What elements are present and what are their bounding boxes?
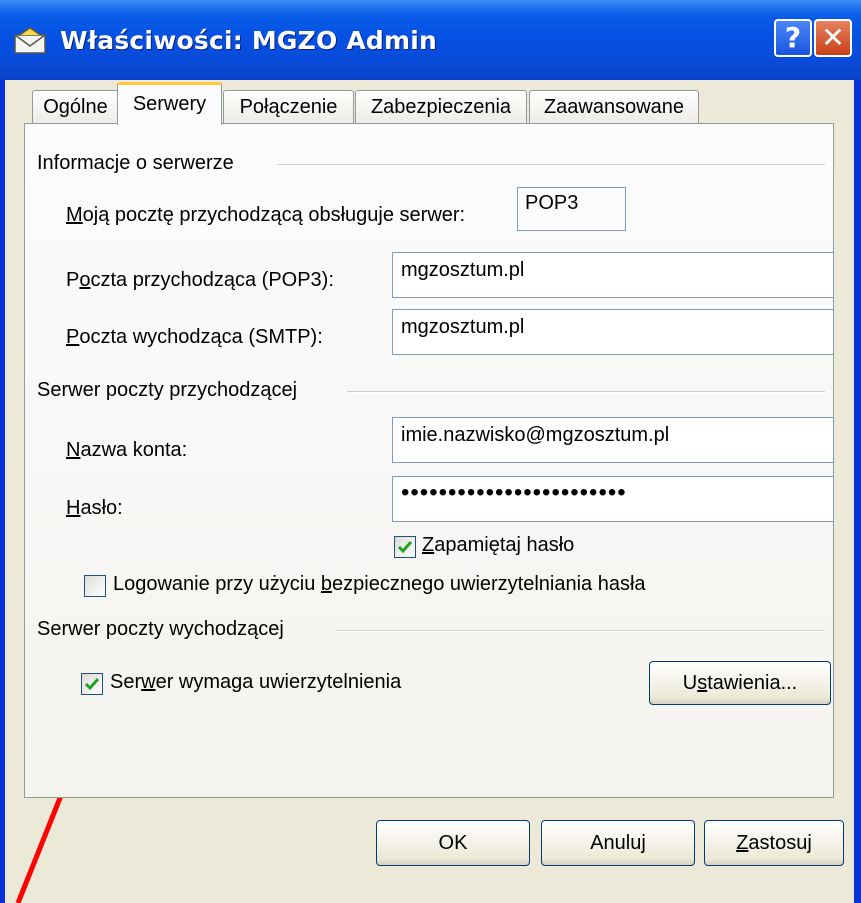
tab-advanced[interactable]: Zaawansowane bbox=[529, 90, 699, 124]
tab-security[interactable]: Zabezpieczenia bbox=[355, 90, 527, 124]
outgoing-mail-label: Poczta wychodząca (SMTP): bbox=[66, 326, 323, 348]
ok-button[interactable]: OK bbox=[376, 820, 530, 866]
servers-tab-panel: Informacje o serwerze Moją pocztę przych… bbox=[24, 123, 834, 798]
smtp-auth-checkbox[interactable] bbox=[81, 673, 103, 695]
help-button[interactable]: ? bbox=[774, 19, 812, 57]
title-bar[interactable]: Właściwości: MGZO Admin ? ✕ bbox=[0, 0, 861, 80]
incoming-server-type-value: POP3 bbox=[517, 187, 626, 231]
apply-button[interactable]: Zastosuj bbox=[704, 820, 844, 866]
password-label: Hasło: bbox=[66, 497, 123, 519]
server-info-divider bbox=[277, 164, 825, 166]
outgoing-settings-button[interactable]: Ustawienia... bbox=[649, 661, 831, 705]
incoming-mail-label: Poczta przychodząca (POP3): bbox=[66, 269, 334, 291]
outgoing-mail-field[interactable]: mgzosztum.pl bbox=[392, 309, 834, 355]
close-button[interactable]: ✕ bbox=[814, 19, 852, 57]
window-title: Właściwości: MGZO Admin bbox=[60, 26, 437, 55]
smtp-auth-label[interactable]: Serwer wymaga uwierzytelnienia bbox=[110, 671, 401, 694]
outgoing-server-divider bbox=[337, 630, 825, 632]
account-name-field[interactable]: imie.nazwisko@mgzosztum.pl bbox=[392, 417, 834, 463]
account-name-label: Nazwa konta: bbox=[66, 439, 188, 461]
password-field[interactable]: •••••••••••••••••••••••• bbox=[392, 476, 834, 522]
server-info-group-label: Informacje o serwerze bbox=[37, 152, 234, 174]
checkmark-icon bbox=[397, 541, 413, 554]
incoming-server-divider bbox=[347, 391, 825, 393]
tab-general[interactable]: Ogólne bbox=[32, 90, 119, 124]
incoming-mail-field[interactable]: mgzosztum.pl bbox=[392, 252, 834, 298]
cancel-button[interactable]: Anuluj bbox=[541, 820, 695, 866]
remember-password-checkbox[interactable] bbox=[394, 536, 416, 558]
properties-window: Właściwości: MGZO Admin ? ✕ Ogólne Serwe… bbox=[0, 0, 861, 903]
incoming-server-group-label: Serwer poczty przychodzącej bbox=[37, 379, 298, 401]
tab-connection[interactable]: Połączenie bbox=[223, 90, 354, 124]
outgoing-server-group-label: Serwer poczty wychodzącej bbox=[37, 618, 284, 640]
incoming-server-type-label: Moją pocztę przychodzącą obsługuje serwe… bbox=[66, 204, 466, 226]
mail-account-icon bbox=[14, 27, 46, 54]
dialog-client-area: Ogólne Serwery Połączenie Zabezpieczenia… bbox=[5, 80, 854, 903]
checkmark-icon bbox=[84, 678, 100, 691]
secure-password-auth-label[interactable]: Logowanie przy użyciu bezpiecznego uwier… bbox=[113, 573, 646, 596]
secure-password-auth-checkbox[interactable] bbox=[84, 575, 106, 597]
tab-servers[interactable]: Serwery bbox=[117, 82, 222, 125]
remember-password-label[interactable]: Zapamiętaj hasło bbox=[422, 534, 574, 557]
